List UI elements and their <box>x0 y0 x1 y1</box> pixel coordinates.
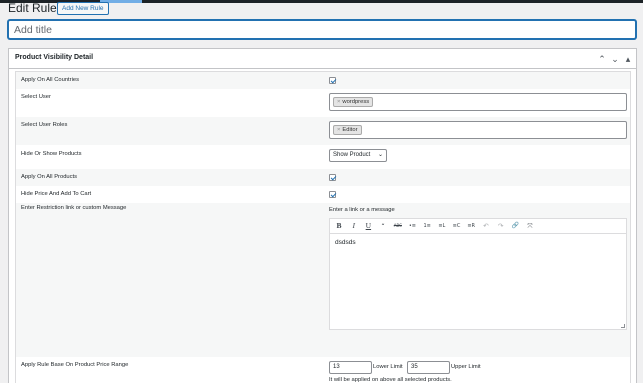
editor-toolbar: B I U “ ABC •≡ 1≡ ≡L ≡C ≡R ↶ ↷ 🔗 ⤧ <box>330 219 626 234</box>
link-icon[interactable]: 🔗 <box>511 221 519 231</box>
row-hide-show-products: Hide Or Show Products Show Product ⌄ <box>16 145 630 169</box>
editor-content[interactable]: dsdsds <box>335 239 356 246</box>
underline-icon[interactable]: U <box>364 221 372 231</box>
label-hide-price: Hide Price And Add To Cart <box>21 191 92 197</box>
remove-tag-icon[interactable]: × <box>337 127 340 133</box>
resize-handle-icon[interactable] <box>621 324 625 328</box>
bullet-list-icon[interactable]: •≡ <box>408 221 416 231</box>
row-price-range: Apply Rule Base On Product Price Range 1… <box>16 357 630 383</box>
hide-show-select[interactable]: Show Product ⌄ <box>329 149 387 162</box>
postbox-header: Product Visibility Detail ⌃ ⌄ ▴ <box>9 49 636 69</box>
user-tag-label: wordpress <box>342 99 370 105</box>
strikethrough-icon[interactable]: ABC <box>394 221 402 231</box>
chevron-up-icon[interactable]: ⌃ <box>597 53 607 65</box>
row-restriction-message: Enter Restriction link or custom Message… <box>16 203 630 357</box>
row-select-user-roles: Select User Roles × Editor <box>16 117 630 145</box>
row-apply-all-products: Apply On All Products <box>16 169 630 186</box>
role-tag-label: Editor <box>342 127 358 133</box>
restriction-editor[interactable]: B I U “ ABC •≡ 1≡ ≡L ≡C ≡R ↶ ↷ 🔗 ⤧ dsdsd… <box>329 218 627 330</box>
label-hide-show-products: Hide Or Show Products <box>21 151 82 157</box>
label-apply-all-products: Apply On All Products <box>21 174 78 180</box>
collapse-triangle-icon[interactable]: ▴ <box>623 53 633 65</box>
row-apply-all-countries: Apply On All Countries <box>16 72 630 89</box>
bold-icon[interactable]: B <box>335 221 343 231</box>
add-new-rule-button[interactable]: Add New Rule <box>57 2 109 15</box>
select-user-field[interactable]: × wordpress <box>329 93 627 111</box>
checkbox-hide-price[interactable] <box>329 191 336 198</box>
label-select-user-roles: Select User Roles <box>21 122 68 128</box>
row-select-user: Select User × wordpress <box>16 89 630 117</box>
upper-limit-input[interactable]: 35 <box>407 361 450 374</box>
undo-icon[interactable]: ↶ <box>482 221 490 231</box>
label-price-range: Apply Rule Base On Product Price Range <box>21 362 129 368</box>
user-tag[interactable]: × wordpress <box>333 97 374 107</box>
rule-fields-panel: Apply On All Countries Select User × word… <box>15 71 631 383</box>
fullscreen-icon[interactable]: ⤧ <box>526 221 534 231</box>
align-center-icon[interactable]: ≡C <box>453 221 461 231</box>
product-visibility-postbox: Product Visibility Detail ⌃ ⌄ ▴ Apply On… <box>8 48 637 383</box>
hide-show-selected: Show Product <box>333 152 371 158</box>
align-left-icon[interactable]: ≡L <box>438 221 446 231</box>
remove-tag-icon[interactable]: × <box>337 99 340 105</box>
restriction-sub-label: Enter a link or a message <box>329 207 395 213</box>
lower-limit-label: Lower Limit <box>373 364 403 370</box>
title-input[interactable] <box>8 20 636 39</box>
row-hide-price: Hide Price And Add To Cart <box>16 186 630 203</box>
postbox-title: Product Visibility Detail <box>15 54 94 61</box>
select-user-roles-field[interactable]: × Editor <box>329 121 627 139</box>
italic-icon[interactable]: I <box>350 221 358 231</box>
page-title: Edit Rule <box>8 1 57 15</box>
lower-limit-input[interactable]: 13 <box>329 361 372 374</box>
label-apply-all-countries: Apply On All Countries <box>21 77 79 83</box>
label-select-user: Select User <box>21 94 51 100</box>
align-right-icon[interactable]: ≡R <box>467 221 475 231</box>
checkbox-apply-all-countries[interactable] <box>329 77 336 84</box>
price-range-note: It will be applied on above all selected… <box>329 377 452 383</box>
numbered-list-icon[interactable]: 1≡ <box>423 221 431 231</box>
chevron-down-icon: ⌄ <box>377 152 383 158</box>
blockquote-icon[interactable]: “ <box>379 221 387 231</box>
checkbox-apply-all-products[interactable] <box>329 174 336 181</box>
upper-limit-label: Upper Limit <box>451 364 481 370</box>
chevron-down-icon[interactable]: ⌄ <box>610 53 620 65</box>
redo-icon[interactable]: ↷ <box>497 221 505 231</box>
label-restriction-message: Enter Restriction link or custom Message <box>21 205 127 211</box>
postbox-controls: ⌃ ⌄ ▴ <box>597 53 633 65</box>
role-tag[interactable]: × Editor <box>333 125 362 135</box>
